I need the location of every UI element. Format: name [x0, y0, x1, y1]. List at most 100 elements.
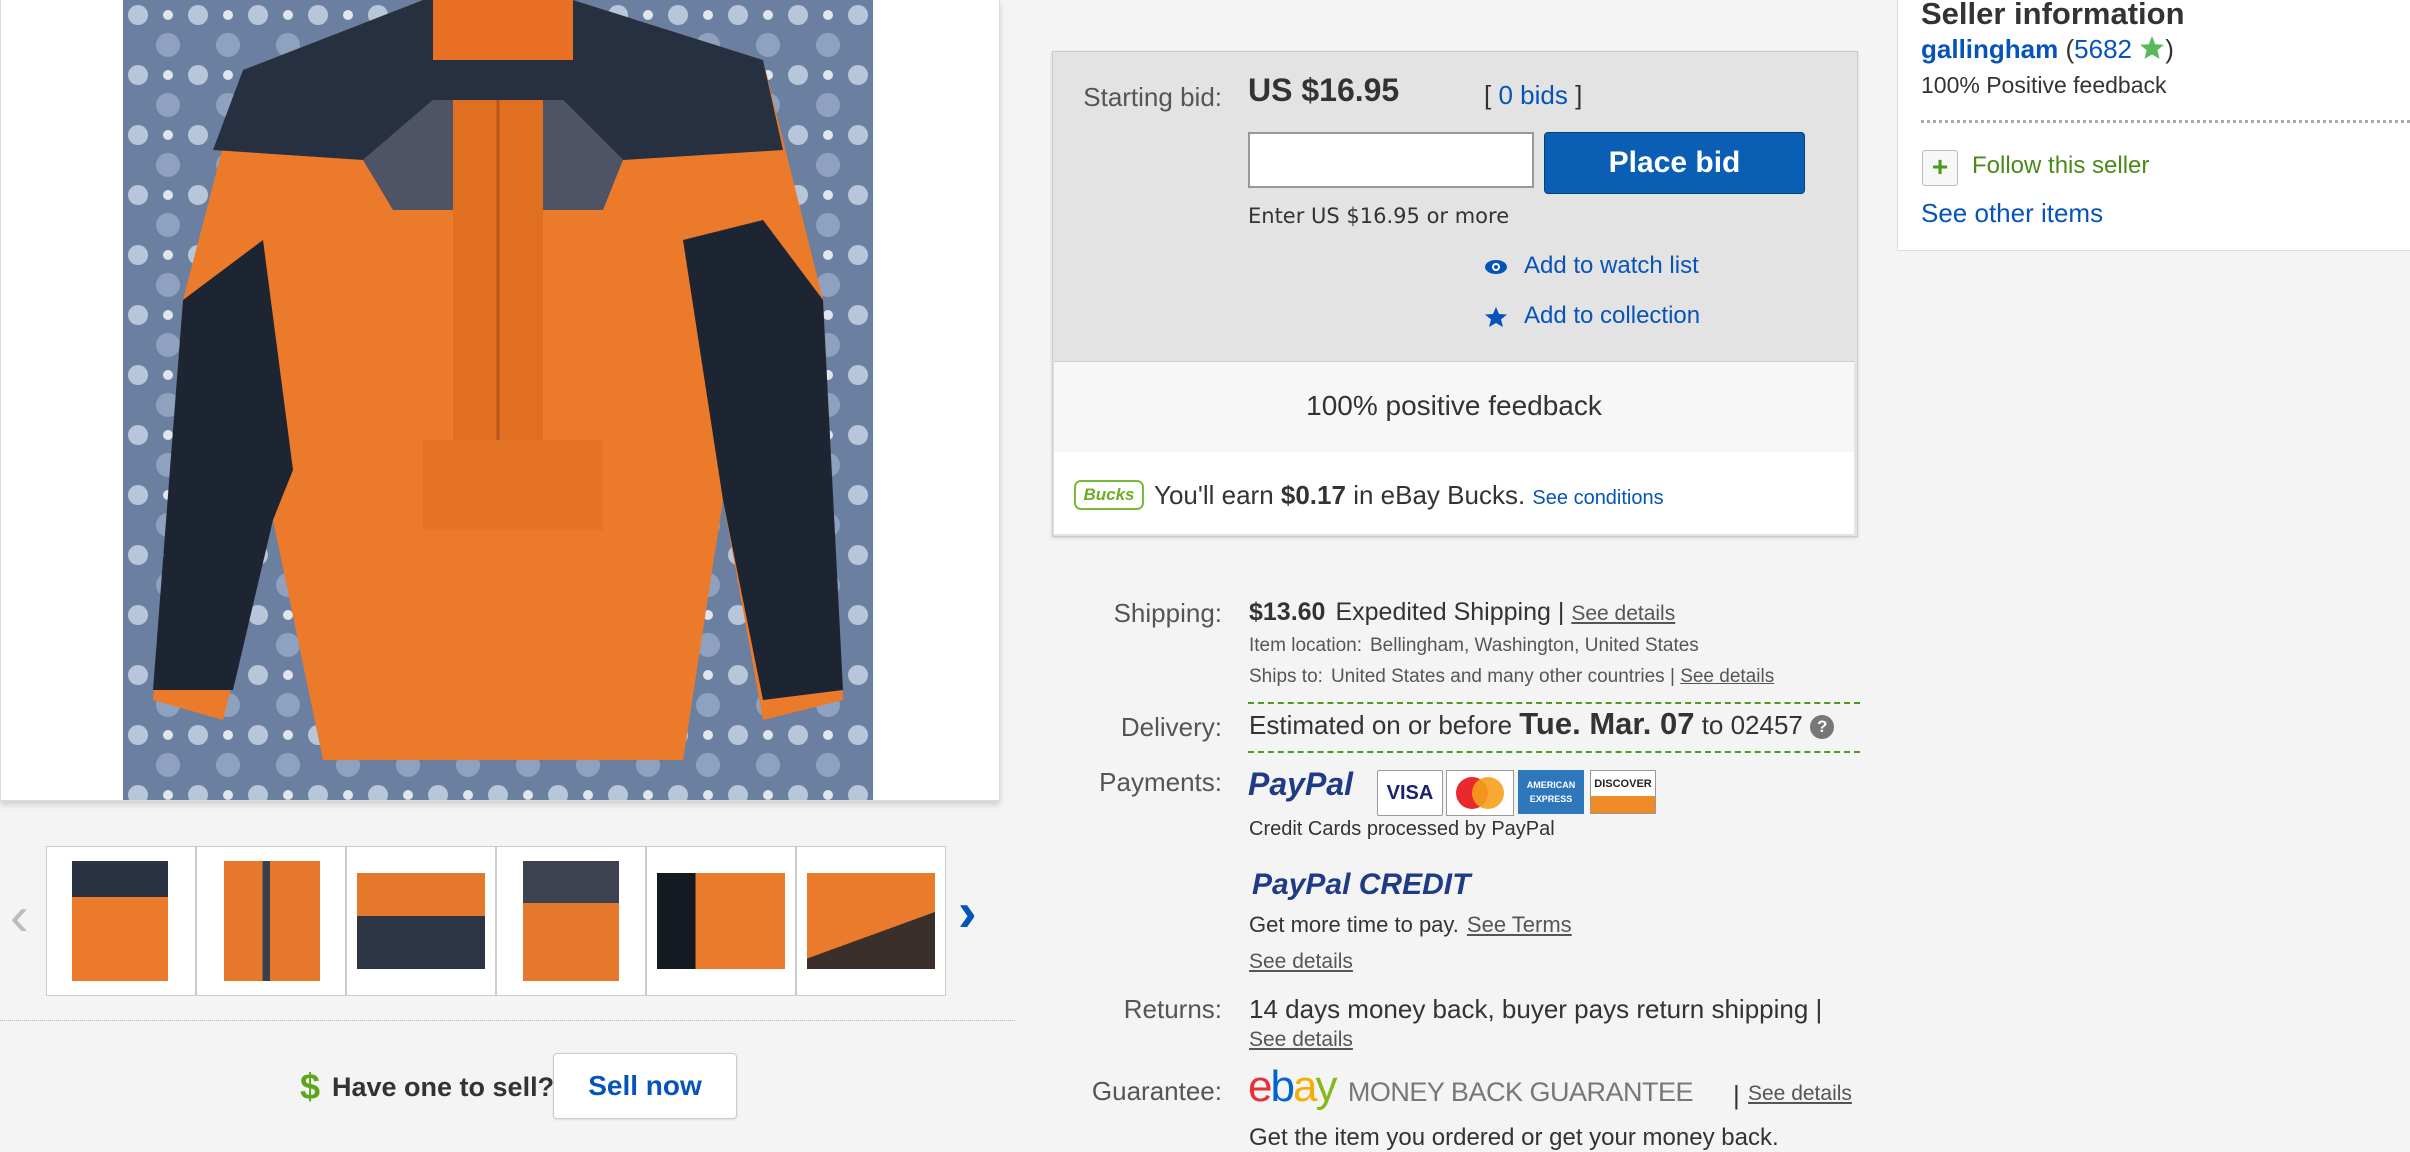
see-conditions-link[interactable]: See conditions — [1532, 487, 1663, 509]
gallery-next-arrow[interactable]: › — [958, 884, 977, 940]
mastercard-icon — [1446, 770, 1514, 816]
returns-details-link[interactable]: See details — [1249, 1028, 1353, 1052]
place-bid-button[interactable]: Place bid — [1544, 132, 1805, 194]
gallery-prev-arrow[interactable]: ‹ — [10, 888, 29, 944]
bids-count: [ 0 bids ] — [1484, 80, 1582, 111]
add-to-watch-list-link[interactable]: Add to watch list — [1524, 252, 1699, 279]
delivery-prefix: Estimated on or before — [1249, 710, 1513, 740]
bucks-pre: You'll earn — [1154, 480, 1274, 510]
seller-positive-feedback: 100% Positive feedback — [1921, 72, 2167, 98]
shipping-method: Expedited Shipping | — [1335, 598, 1565, 626]
eye-icon — [1485, 259, 1507, 274]
seller-heading: Seller information — [1921, 0, 2185, 31]
score-close: ) — [2165, 34, 2174, 64]
thumbnail-image — [72, 861, 168, 981]
ebay-logo-a: a — [1292, 1062, 1318, 1111]
thumbnail-image — [357, 873, 485, 969]
paypal-credit-word-2: CREDIT — [1358, 868, 1471, 901]
mastercard-logo — [1456, 777, 1504, 809]
delivery-zip: to 02457 — [1701, 710, 1803, 740]
thumbnail-image — [657, 873, 785, 969]
item-location-value: Bellingham, Washington, United States — [1370, 635, 1699, 656]
credit-details-link[interactable]: See details — [1249, 950, 1353, 974]
positive-feedback-text: 100% positive feedback — [1306, 390, 1602, 421]
paypal-credit-word-1: PayPal — [1252, 868, 1351, 901]
delivery-label: Delivery: — [1120, 712, 1222, 742]
ebay-logo-e: e — [1248, 1062, 1273, 1111]
delivery-top-divider — [1248, 702, 1860, 704]
gallery-thumbnail-5[interactable] — [646, 846, 796, 996]
thumbnail-image — [224, 861, 320, 981]
bids-bracket-open: [ — [1484, 80, 1492, 110]
guarantee-divider: | — [1733, 1080, 1740, 1110]
money-back-text: MONEY BACK GUARANTEE — [1347, 1077, 1694, 1107]
bids-count-link[interactable]: 0 bids — [1498, 80, 1567, 110]
shipping-details-link[interactable]: See details — [1571, 602, 1675, 625]
starting-bid-label: Starting bid: — [1083, 82, 1222, 112]
payments-label: Payments: — [1099, 767, 1222, 797]
ebay-logo-y: y — [1315, 1062, 1338, 1111]
discover-card-icon: DISCOVER — [1590, 770, 1656, 814]
seller-name-row: gallingham (5682 ) — [1921, 34, 2174, 65]
bid-hint: Enter US $16.95 or more — [1248, 204, 1510, 228]
ships-to-details-link[interactable]: See details — [1680, 666, 1774, 687]
ships-to-value: United States and many other countries | — [1330, 666, 1675, 687]
paypal-logo: PayPal — [1248, 766, 1353, 802]
ships-to-label: Ships to: — [1249, 666, 1323, 687]
bucks-text: You'll earn $0.17 in eBay Bucks. See con… — [1154, 480, 1664, 511]
credit-text: Get more time to pay. — [1249, 912, 1459, 937]
amex-card-icon: AMERICAN EXPRESS — [1518, 770, 1584, 814]
bucks-post: in eBay Bucks. — [1353, 480, 1526, 510]
starting-bid-price: US $16.95 — [1248, 72, 1400, 108]
seller-divider — [1921, 120, 2410, 123]
gallery-thumbnail-2[interactable] — [196, 846, 346, 996]
bucks-badge: Bucks — [1074, 480, 1144, 510]
item-location: Item location: Bellingham, Washington, Un… — [1249, 635, 1699, 657]
delivery-date: Tue. Mar. 07 — [1519, 706, 1695, 741]
paypal-credit-text: Get more time to pay. See Terms — [1249, 912, 1572, 938]
see-terms-link[interactable]: See Terms — [1467, 912, 1572, 937]
gallery-thumbnail-3[interactable] — [346, 846, 496, 996]
sell-now-button[interactable]: Sell now — [553, 1053, 737, 1119]
collection-action[interactable]: Add to collection — [1484, 302, 1700, 330]
thumbnail-image — [523, 861, 619, 981]
thumbnail-image — [807, 873, 935, 969]
main-product-photo[interactable] — [123, 0, 873, 800]
returns-label: Returns: — [1123, 994, 1222, 1024]
shipping-line: $13.60 Expedited Shipping | See details — [1249, 598, 1675, 627]
ebay-money-back-logo: ebay MONEY BACK GUARANTEE — [1248, 1062, 1693, 1112]
bucks-amount: $0.17 — [1280, 480, 1346, 510]
dollar-icon: $ — [300, 1066, 321, 1107]
item-location-label: Item location: — [1249, 635, 1362, 656]
green-star-icon — [2140, 36, 2165, 59]
shipping-cost: $13.60 — [1249, 598, 1326, 626]
gallery-divider — [0, 1020, 1015, 1021]
ebay-logo-b: b — [1270, 1062, 1295, 1111]
visa-card-icon: VISA — [1377, 770, 1443, 816]
delivery-estimate: Estimated on or before Tue. Mar. 07 to 0… — [1249, 706, 1835, 742]
delivery-bottom-divider — [1248, 751, 1860, 753]
see-other-items-link[interactable]: See other items — [1921, 198, 2103, 229]
bid-amount-input[interactable] — [1248, 132, 1534, 188]
follow-plus-icon[interactable]: + — [1922, 150, 1958, 186]
follow-seller-link[interactable]: Follow this seller — [1972, 152, 2149, 180]
paypal-credit-logo: PayPal CREDIT — [1252, 868, 1470, 902]
watch-list-action[interactable]: Add to watch list — [1484, 252, 1699, 280]
guarantee-label: Guarantee: — [1091, 1076, 1222, 1106]
shipping-label: Shipping: — [1113, 598, 1222, 628]
star-icon — [1485, 306, 1507, 327]
seller-score-link[interactable]: 5682 — [2074, 34, 2132, 64]
bids-bracket-close: ] — [1575, 80, 1583, 110]
jacket-photo-drawing — [123, 0, 873, 800]
returns-text: 14 days money back, buyer pays return sh… — [1249, 994, 1823, 1024]
ships-to: Ships to: United States and many other co… — [1249, 666, 1774, 688]
score-open: ( — [2065, 34, 2075, 64]
gallery-thumbnail-6[interactable] — [796, 846, 946, 996]
gallery-thumbnail-4[interactable] — [496, 846, 646, 996]
help-icon[interactable]: ? — [1810, 715, 1835, 740]
add-to-collection-link[interactable]: Add to collection — [1524, 302, 1700, 329]
guarantee-cutoff-text: Get the item you ordered or get your mon… — [1249, 1124, 1779, 1151]
guarantee-details-link[interactable]: See details — [1748, 1082, 1852, 1106]
gallery-thumbnail-1[interactable] — [46, 846, 196, 996]
seller-name-link[interactable]: gallingham — [1921, 34, 2058, 64]
